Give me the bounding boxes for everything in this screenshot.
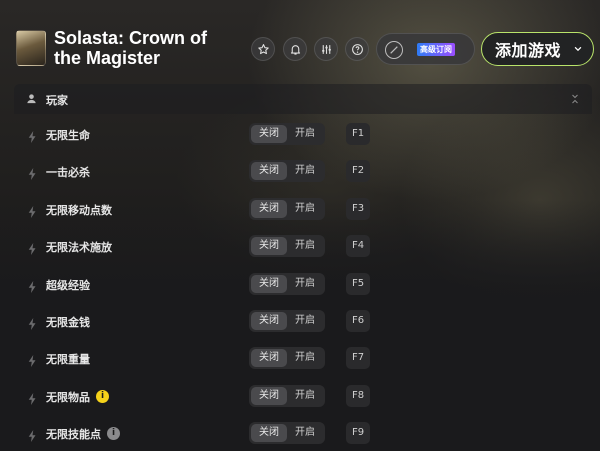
- toggle-off-option[interactable]: 关闭: [251, 312, 287, 330]
- pro-icon: [385, 41, 403, 59]
- toggle-on-option[interactable]: 开启: [287, 349, 323, 367]
- cheat-row: 无限法术施放 关闭 开启 F4: [14, 228, 592, 265]
- settings-button[interactable]: [314, 37, 338, 61]
- info-icon[interactable]: i: [107, 427, 120, 441]
- bolt-icon: [28, 203, 37, 218]
- hotkey-badge: F1: [346, 123, 370, 145]
- bolt-icon: [28, 240, 37, 256]
- cheat-toggle[interactable]: 关闭 开启: [249, 310, 325, 332]
- game-cover-thumbnail: [16, 30, 46, 66]
- add-game-button[interactable]: 添加游戏: [481, 32, 594, 66]
- sliders-icon: [321, 44, 331, 54]
- toggle-off-option[interactable]: 关闭: [251, 199, 287, 218]
- bolt-icon: [28, 165, 37, 181]
- cheat-toggle[interactable]: 关闭 开启: [249, 123, 325, 145]
- star-icon: [257, 43, 269, 54]
- cheat-name: 无限重量: [46, 353, 90, 367]
- hotkey-badge: F6: [346, 310, 370, 332]
- cheat-name: 无限技能点: [46, 428, 101, 442]
- cheat-toggle[interactable]: 关闭 开启: [249, 384, 325, 407]
- cheat-name: 无限移动点数: [46, 203, 112, 217]
- toggle-off-option[interactable]: 关闭: [251, 162, 287, 181]
- bolt-icon: [28, 390, 37, 405]
- cheat-row: 超级经验 关闭 开启 F5: [14, 266, 592, 303]
- toggle-on-option[interactable]: 开启: [287, 237, 323, 255]
- cheat-name: 超级经验: [46, 278, 90, 292]
- section-title: 玩家: [46, 94, 68, 107]
- chevron-down-icon: [574, 46, 582, 52]
- cheat-toggle[interactable]: 关闭 开启: [249, 422, 325, 445]
- pro-badge: 高级订阅: [417, 43, 455, 56]
- toggle-off-option[interactable]: 关闭: [251, 424, 287, 443]
- warning-info-icon[interactable]: i: [96, 389, 109, 403]
- favorite-button[interactable]: [251, 37, 275, 61]
- bolt-icon: [28, 427, 37, 443]
- toggle-off-option[interactable]: 关闭: [251, 349, 287, 368]
- cheat-toggle[interactable]: 关闭 开启: [249, 347, 325, 370]
- hotkey-badge: F2: [346, 160, 370, 183]
- toggle-off-option[interactable]: 关闭: [251, 386, 287, 405]
- toggle-on-option[interactable]: 开启: [287, 200, 323, 218]
- cheat-row: 无限技能点 i 关闭 开启 F9: [14, 415, 592, 451]
- cheat-row: 一击必杀 关闭 开启 F2: [14, 153, 592, 190]
- bolt-icon: [28, 315, 37, 330]
- bolt-icon: [28, 128, 37, 143]
- cheat-name: 无限生命: [46, 129, 90, 142]
- hotkey-badge: F3: [346, 197, 370, 220]
- hotkey-badge: F8: [346, 384, 370, 407]
- cheat-row: 无限移动点数 关闭 开启 F3: [14, 191, 592, 228]
- collapse-icon[interactable]: [570, 93, 580, 105]
- cheat-name: 无限金钱: [46, 316, 90, 329]
- cheat-row: 无限金钱 关闭 开启 F6: [14, 303, 592, 340]
- notifications-button[interactable]: [283, 37, 307, 61]
- cheat-name: 无限物品: [46, 390, 90, 404]
- game-title: Solasta: Crown of the Magister: [54, 28, 208, 68]
- cheat-toggle[interactable]: 关闭 开启: [249, 235, 325, 258]
- bolt-icon: [28, 278, 37, 293]
- cheat-name: 无限法术施放: [46, 241, 112, 255]
- help-button[interactable]: [345, 37, 369, 61]
- hotkey-badge: F7: [346, 347, 370, 370]
- cheat-toggle[interactable]: 关闭 开启: [249, 197, 325, 220]
- bolt-icon: [28, 352, 37, 368]
- toggle-on-option[interactable]: 开启: [287, 387, 323, 405]
- toggle-on-option[interactable]: 开启: [287, 275, 323, 293]
- hotkey-badge: F4: [346, 235, 370, 258]
- cheat-row: 无限物品 i 关闭 开启 F8: [14, 378, 592, 415]
- toggle-off-option[interactable]: 关闭: [251, 125, 287, 143]
- cheat-row: 无限生命 关闭 开启 F1: [14, 116, 592, 153]
- toggle-off-option[interactable]: 关闭: [251, 274, 287, 293]
- toggle-on-option[interactable]: 开启: [287, 312, 323, 330]
- toggle-on-option[interactable]: 开启: [287, 162, 323, 180]
- pro-subscription-button[interactable]: 高级订阅: [376, 33, 475, 65]
- player-section-header[interactable]: 玩家: [14, 84, 592, 114]
- user-icon: [27, 94, 36, 104]
- toggle-on-option[interactable]: 开启: [287, 424, 323, 442]
- bell-icon: [290, 44, 300, 55]
- cheat-toggle[interactable]: 关闭 开启: [249, 160, 325, 183]
- hotkey-badge: F9: [346, 422, 370, 445]
- cheat-name: 一击必杀: [46, 166, 90, 180]
- cheat-row: 无限重量 关闭 开启 F7: [14, 340, 592, 377]
- add-game-label: 添加游戏: [495, 41, 562, 60]
- game-header: Solasta: Crown of the Magister 高级订阅 添加游戏: [0, 0, 600, 82]
- help-icon: [351, 43, 363, 55]
- cheat-toggle[interactable]: 关闭 开启: [249, 272, 325, 295]
- toggle-on-option[interactable]: 开启: [287, 125, 323, 143]
- toggle-off-option[interactable]: 关闭: [251, 237, 287, 256]
- hotkey-badge: F5: [346, 272, 370, 295]
